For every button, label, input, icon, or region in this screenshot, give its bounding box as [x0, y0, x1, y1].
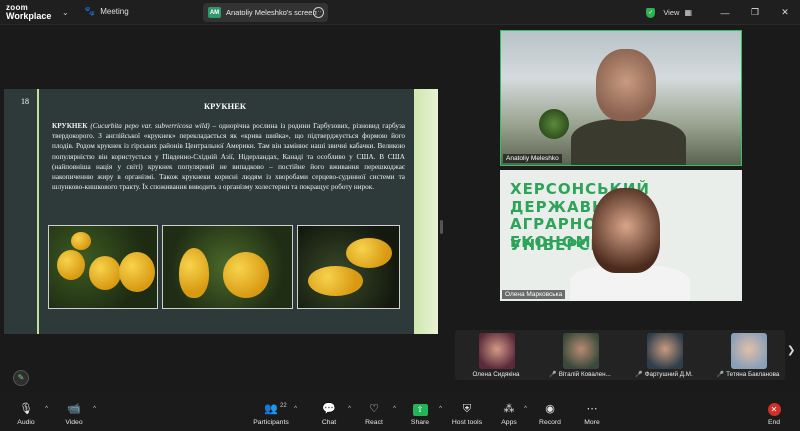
react-button[interactable]: ♡ React ^: [352, 402, 396, 426]
audio-button[interactable]: 🎙 Audio ^: [4, 402, 48, 426]
avatar: [731, 333, 767, 369]
more-icon: ⋯: [586, 403, 598, 415]
video-tile-speaker[interactable]: Anatoliy Meleshko: [500, 30, 742, 166]
microphone-icon: 🎙: [19, 403, 33, 415]
share-button[interactable]: ⇧ Share ^: [398, 402, 442, 426]
audio-options-icon[interactable]: ^: [45, 406, 48, 412]
slide-title: КРУКНЕК: [204, 101, 246, 111]
participant-thumbnail[interactable]: Олена Сидякіна: [455, 330, 537, 380]
zoom-logo[interactable]: zoom Workplace: [6, 3, 51, 21]
meeting-label: Meeting: [100, 7, 129, 16]
minimize-icon[interactable]: —: [710, 8, 740, 18]
plant-background: [539, 109, 569, 139]
slide-body-text: – однорічна рослина із родини Гарбузових…: [52, 122, 405, 192]
react-options-icon[interactable]: ^: [393, 406, 396, 412]
heart-icon: ♡: [369, 403, 379, 415]
participant-strip: Олена Сидякіна 🎤 Віталій Ковален... 🎤 Фарт…: [455, 330, 785, 380]
record-button[interactable]: ◉ Record: [528, 402, 572, 426]
host-tools-label: Host tools: [451, 419, 483, 426]
participant-face: [596, 49, 656, 121]
video-options-icon[interactable]: ^: [93, 406, 96, 412]
chat-label: Chat: [321, 419, 337, 426]
video-tile-participant[interactable]: ХЕРСОНСЬКИЙ ДЕРЖАВНИЙ АГРАРНО-ЕКОНОМІЧНИ…: [500, 170, 742, 301]
title-bar: zoom Workplace ⌄ 🐾 Meeting AM Anatoliy M…: [0, 0, 800, 25]
meeting-button[interactable]: 🐾 Meeting: [84, 6, 129, 17]
screen-share-indicator[interactable]: AM Anatoliy Meleshko's screen ···: [203, 3, 328, 22]
layout-grid-icon[interactable]: ▦: [684, 8, 692, 17]
participants-options-icon[interactable]: ^: [294, 406, 297, 412]
crookneck-photo-3: [297, 225, 400, 309]
mic-muted-icon: 🎤: [549, 372, 557, 378]
security-shield-icon[interactable]: ✓: [646, 7, 656, 18]
slide-body: КРУКНЕК (Cucurbita pepo var. subverricos…: [52, 121, 405, 192]
participant-thumbnail[interactable]: 🎤 Віталій Ковален...: [539, 330, 621, 380]
react-label: React: [365, 419, 383, 426]
participant-body: [571, 119, 686, 165]
slide-body-latin: (Cucurbita pepo var. subverricosa wild): [90, 122, 210, 130]
meeting-toolbar: 🎙 Audio ^ 📹 Video ^ 👥 22 Participants ^ …: [0, 399, 800, 431]
avatar: [647, 333, 683, 369]
participant-name: Anatoliy Meleshko: [503, 154, 562, 163]
record-icon: ◉: [545, 403, 555, 415]
avatar: [563, 333, 599, 369]
crookneck-photo-2: [162, 225, 293, 309]
shield-icon: ⛨: [462, 403, 472, 415]
participant-thumbnail[interactable]: 🎤 Тетяна Бакланова: [707, 330, 789, 380]
apps-label: Apps: [501, 419, 517, 426]
shared-slide: 18 КРУКНЕК КРУКНЕК (Cucurbita pepo var. …: [4, 89, 438, 334]
slide-divider: [37, 89, 39, 334]
end-call-icon: ✕: [767, 403, 781, 416]
mic-muted-icon: 🎤: [716, 372, 725, 378]
thumbnail-name: Фартушний Д.М.: [644, 371, 693, 378]
chat-options-icon[interactable]: ^: [348, 406, 351, 412]
more-button[interactable]: ⋯ More: [570, 402, 614, 426]
share-label: Anatoliy Meleshko's screen: [226, 8, 317, 17]
share-label: Share: [410, 419, 430, 426]
participant-name: Олена Марковська: [502, 290, 566, 299]
sharer-avatar: AM: [208, 7, 221, 18]
thumbnail-name: Віталій Ковален...: [558, 371, 611, 378]
slide-accent-stripe: [414, 89, 438, 334]
chevron-right-icon[interactable]: ❯: [787, 345, 795, 356]
end-button[interactable]: ✕ End: [752, 402, 796, 426]
thumbnail-name: Олена Сидякіна: [472, 371, 520, 378]
participant-thumbnail[interactable]: 🎤 Фартушний Д.М.: [623, 330, 705, 380]
panel-resize-handle[interactable]: [440, 220, 443, 234]
avatar: [479, 333, 515, 369]
participants-label: Participants: [253, 419, 289, 426]
host-tools-button[interactable]: ⛨ Host tools: [445, 402, 489, 426]
thumbnail-name: Тетяна Бакланова: [726, 371, 780, 378]
apps-options-icon[interactable]: ^: [524, 406, 527, 412]
audio-label: Audio: [17, 419, 35, 426]
video-button[interactable]: 📹 Video ^: [52, 402, 96, 426]
chevron-down-icon[interactable]: ⌄: [62, 8, 69, 17]
participants-count: 22: [280, 403, 287, 409]
logo-line2: Workplace: [6, 11, 52, 21]
video-label: Video: [65, 419, 83, 426]
slide-number: 18: [21, 97, 29, 106]
apps-button[interactable]: ⁂ Apps ^: [487, 402, 531, 426]
view-button[interactable]: View: [663, 8, 679, 17]
chat-button[interactable]: 💬 Chat ^: [307, 402, 351, 426]
restore-icon[interactable]: ❐: [740, 7, 770, 18]
record-label: Record: [539, 419, 561, 426]
annotate-pen-icon[interactable]: ✎: [13, 370, 29, 386]
share-screen-icon: ⇧: [412, 404, 428, 416]
participant-face: [592, 188, 660, 273]
more-options-icon[interactable]: ···: [313, 7, 324, 18]
participants-button[interactable]: 👥 22 Participants ^: [249, 402, 297, 426]
end-label: End: [767, 419, 781, 426]
paw-icon: 🐾: [84, 6, 96, 16]
crookneck-photo-1: [48, 225, 158, 309]
slide-body-lead: КРУКНЕК: [52, 122, 88, 130]
close-icon[interactable]: ✕: [770, 7, 800, 18]
more-label: More: [584, 419, 600, 426]
chat-icon: 💬: [322, 403, 336, 415]
video-off-icon: 📹: [67, 403, 81, 415]
mic-muted-icon: 🎤: [635, 372, 643, 378]
share-options-icon[interactable]: ^: [439, 406, 442, 412]
